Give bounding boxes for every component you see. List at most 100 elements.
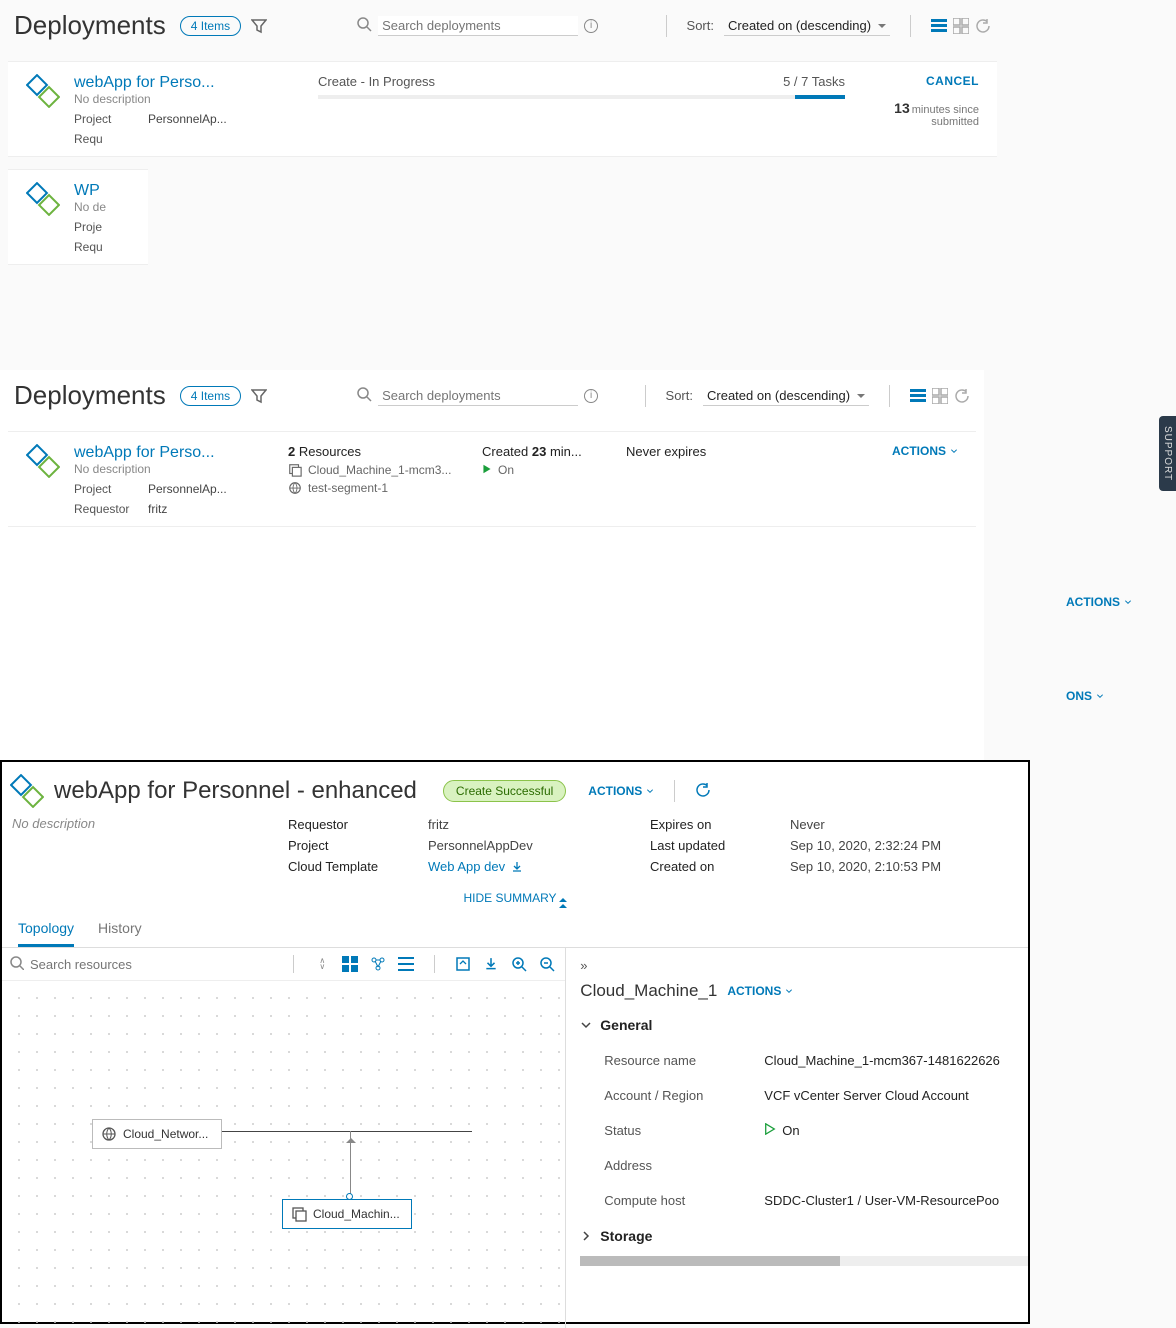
section-general[interactable]: General <box>580 1007 1028 1039</box>
info-icon[interactable]: i <box>584 19 598 33</box>
deployment-icon <box>26 182 60 216</box>
topology-canvas[interactable]: Cloud_Networ... Cloud_Machin... <box>2 981 565 1328</box>
filter-icon[interactable] <box>251 18 267 34</box>
expires-label: Expires on <box>650 817 790 832</box>
layout-graph-icon[interactable] <box>368 954 388 974</box>
sort-toggle-icon[interactable]: ∧∨ <box>312 954 332 974</box>
status-badge: Create Successful <box>443 780 566 802</box>
divider <box>889 385 890 407</box>
filter-icon[interactable] <box>251 388 267 404</box>
search-input[interactable] <box>378 386 578 406</box>
deployment-desc: No de <box>74 200 148 214</box>
scrollbar-thumb[interactable] <box>580 1256 840 1266</box>
deployment-icon <box>26 74 60 108</box>
expires-value: Never <box>790 817 825 832</box>
project-label: Project <box>74 112 148 126</box>
deployment-icon <box>26 444 60 478</box>
account-label: Account / Region <box>604 1088 764 1103</box>
cancel-button[interactable]: CANCEL <box>859 74 979 88</box>
node-machine[interactable]: Cloud_Machin... <box>282 1199 412 1229</box>
support-tab[interactable]: SUPPORT <box>1159 416 1176 491</box>
info-icon[interactable]: i <box>584 389 598 403</box>
updated-label: Last updated <box>650 838 790 853</box>
cloud-template-label: Cloud Template <box>288 859 428 874</box>
node-network[interactable]: Cloud_Networ... <box>92 1119 222 1149</box>
expires-text: Never expires <box>626 444 756 459</box>
tab-history[interactable]: History <box>98 920 142 947</box>
progress-bar <box>318 95 845 99</box>
actions-menu[interactable]: ACTIONS <box>588 784 654 798</box>
list-view-icon[interactable] <box>910 388 926 404</box>
horizontal-scrollbar[interactable] <box>580 1256 1028 1266</box>
project-label: Proje <box>74 220 148 234</box>
compute-value: SDDC-Cluster1 / User-VM-ResourcePoo <box>764 1193 999 1208</box>
project-label: Project <box>288 838 428 853</box>
fit-icon[interactable] <box>453 954 473 974</box>
sort-label: Sort: <box>666 388 693 403</box>
divider <box>293 955 294 973</box>
actions-menu[interactable]: ONS <box>1066 689 1166 703</box>
account-value: VCF vCenter Server Cloud Account <box>764 1088 968 1103</box>
deployment-card[interactable]: WP No de Proje Requ <box>8 169 148 265</box>
arrow-icon <box>346 1133 356 1143</box>
zoom-out-icon[interactable] <box>537 954 557 974</box>
cloud-template-value[interactable]: Web App dev <box>428 859 505 874</box>
network-icon <box>288 481 302 495</box>
actions-menu[interactable]: ACTIONS <box>892 444 958 458</box>
requestor-label: Requestor <box>288 817 428 832</box>
download-icon[interactable] <box>511 861 523 873</box>
deployment-name[interactable]: WP <box>74 182 148 200</box>
search-icon <box>357 17 372 35</box>
expand-icon[interactable]: » <box>580 958 587 973</box>
resource-name: test-segment-1 <box>308 481 388 495</box>
deployment-card[interactable]: webApp for Perso... No description Proje… <box>8 431 976 527</box>
sort-dropdown[interactable]: Created on (descending) <box>703 386 869 406</box>
grid-view-icon[interactable] <box>932 388 948 404</box>
section-storage[interactable]: Storage <box>580 1218 1028 1250</box>
deployment-name[interactable]: webApp for Perso... <box>74 74 304 92</box>
power-on-icon <box>764 1123 776 1138</box>
actions-menu[interactable]: ACTIONS <box>1066 595 1166 609</box>
updated-value: Sep 10, 2020, 2:32:24 PM <box>790 838 941 853</box>
list-view-icon[interactable] <box>931 18 947 34</box>
compute-label: Compute host <box>604 1193 764 1208</box>
download-icon[interactable] <box>481 954 501 974</box>
items-count-pill: 4 Items <box>180 16 241 36</box>
page-title: Deployments <box>14 10 166 41</box>
project-value: PersonnelAppDev <box>428 838 533 853</box>
deployment-card[interactable]: webApp for Perso... No description Proje… <box>8 61 997 157</box>
deployment-name[interactable]: webApp for Perso... <box>74 444 274 462</box>
status-text: Create - In Progress <box>318 74 435 89</box>
project-value: PersonnelAp... <box>148 482 227 496</box>
deployment-title: webApp for Personnel - enhanced <box>54 777 417 805</box>
divider <box>910 15 911 37</box>
refresh-icon[interactable] <box>975 18 991 34</box>
grid-view-icon[interactable] <box>953 18 969 34</box>
network-icon <box>101 1126 117 1142</box>
requestor-value: fritz <box>428 817 449 832</box>
divider <box>645 385 646 407</box>
zoom-in-icon[interactable] <box>509 954 529 974</box>
hide-summary-link[interactable]: HIDE SUMMARY <box>2 885 1028 912</box>
requestor-value: fritz <box>148 502 167 516</box>
wire <box>222 1131 472 1132</box>
search-input[interactable] <box>378 16 578 36</box>
layout-grid-icon[interactable] <box>340 954 360 974</box>
refresh-icon[interactable] <box>695 782 711 801</box>
refresh-icon[interactable] <box>954 388 970 404</box>
deployment-desc: No description <box>74 462 274 476</box>
project-value: PersonnelAp... <box>148 112 227 126</box>
sort-dropdown[interactable]: Created on (descending) <box>724 16 890 36</box>
address-label: Address <box>604 1158 764 1173</box>
items-count-pill: 4 Items <box>180 386 241 406</box>
actions-menu[interactable]: ACTIONS <box>727 984 793 998</box>
vm-icon <box>288 463 302 477</box>
status-label: Status <box>604 1123 764 1138</box>
divider <box>434 955 435 973</box>
requestor-label: Requ <box>74 240 148 254</box>
layout-list-icon[interactable] <box>396 954 416 974</box>
requestor-label: Requ <box>74 132 148 146</box>
search-resources-input[interactable] <box>30 957 190 972</box>
tab-topology[interactable]: Topology <box>18 920 74 947</box>
tasks-text: 5 / 7 Tasks <box>783 74 845 89</box>
